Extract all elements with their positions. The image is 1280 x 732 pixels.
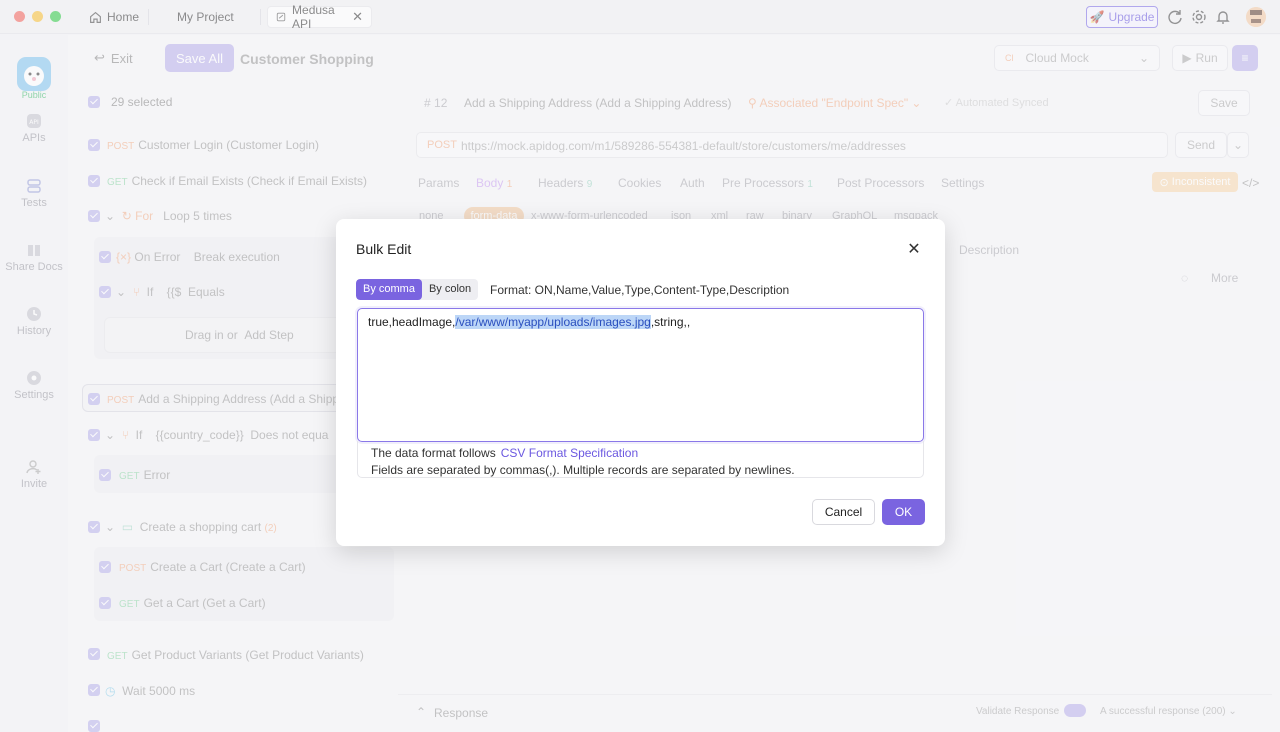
bulk-edit-textarea[interactable]: true,headImage,/var/www/myapp/uploads/im… [357,308,924,442]
bulk-edit-dialog: Bulk Edit ✕ By comma By colon Format: ON… [336,219,945,546]
hint-text: The data format follows [371,446,496,460]
selected-text: /var/www/myapp/uploads/images.jpg [455,315,651,329]
cancel-button[interactable]: Cancel [812,499,875,525]
csv-spec-link[interactable]: CSV Format Specification [501,446,638,460]
text-prefix: true,headImage, [368,315,456,329]
format-description: Format: ON,Name,Value,Type,Content-Type,… [490,283,790,297]
format-hint: The data format follows CSV Format Specif… [357,441,924,478]
text-suffix: ,string,, [650,315,691,329]
ok-button[interactable]: OK [882,499,925,525]
dialog-title: Bulk Edit [356,241,412,257]
separator-toggle: By comma By colon [356,279,479,300]
by-colon-option[interactable]: By colon [422,279,478,300]
by-comma-option[interactable]: By comma [356,279,422,300]
hint-details: Fields are separated by commas(,). Multi… [371,463,795,477]
close-icon[interactable]: ✕ [904,241,924,259]
